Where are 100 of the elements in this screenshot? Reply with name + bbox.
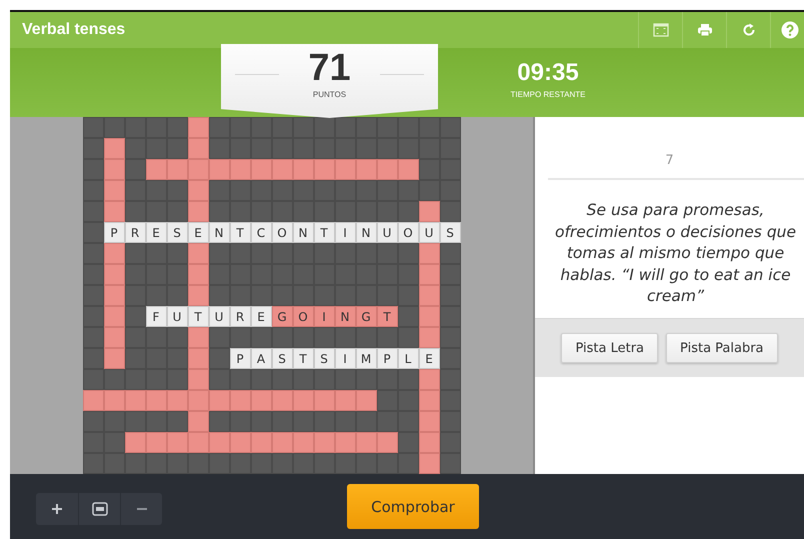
letter-cell[interactable]: M bbox=[356, 348, 376, 369]
hint-button[interactable]: Pista Palabra bbox=[666, 333, 778, 363]
letter-cell[interactable]: T bbox=[230, 222, 250, 243]
answer-cell[interactable] bbox=[314, 432, 334, 453]
answer-cell[interactable] bbox=[104, 327, 124, 348]
letter-cell[interactable]: T bbox=[188, 306, 208, 327]
letter-cell[interactable]: U bbox=[166, 306, 188, 327]
letter-cell[interactable]: F bbox=[146, 306, 166, 327]
letter-cell[interactable]: N bbox=[334, 306, 356, 327]
answer-cell[interactable] bbox=[104, 138, 124, 159]
answer-cell[interactable] bbox=[188, 180, 208, 201]
answer-cell[interactable] bbox=[188, 327, 208, 348]
letter-cell[interactable]: S bbox=[440, 222, 460, 243]
answer-cell[interactable] bbox=[292, 432, 314, 453]
answer-cell[interactable] bbox=[188, 117, 208, 138]
answer-cell[interactable] bbox=[188, 348, 208, 369]
answer-cell[interactable] bbox=[356, 432, 376, 453]
letter-cell[interactable]: R bbox=[124, 222, 146, 243]
answer-cell[interactable] bbox=[272, 159, 292, 180]
letter-cell[interactable]: N bbox=[292, 222, 314, 243]
answer-cell[interactable] bbox=[188, 243, 208, 264]
letter-cell[interactable]: O bbox=[398, 222, 418, 243]
answer-cell[interactable] bbox=[356, 390, 376, 411]
answer-cell[interactable] bbox=[188, 159, 208, 180]
answer-cell[interactable] bbox=[188, 264, 208, 285]
answer-cell[interactable] bbox=[146, 390, 166, 411]
answer-cell[interactable] bbox=[188, 201, 208, 222]
answer-cell[interactable] bbox=[250, 159, 272, 180]
letter-cell[interactable]: C bbox=[250, 222, 272, 243]
letter-cell[interactable]: E bbox=[418, 348, 440, 369]
answer-cell[interactable] bbox=[250, 390, 272, 411]
answer-cell[interactable] bbox=[418, 201, 440, 222]
letter-cell[interactable]: P bbox=[376, 348, 398, 369]
letter-cell[interactable]: I bbox=[334, 222, 356, 243]
answer-cell[interactable] bbox=[124, 390, 146, 411]
answer-cell[interactable] bbox=[104, 243, 124, 264]
answer-cell[interactable] bbox=[334, 432, 356, 453]
answer-cell[interactable] bbox=[188, 285, 208, 306]
letter-cell[interactable]: S bbox=[272, 348, 292, 369]
answer-cell[interactable] bbox=[230, 390, 250, 411]
answer-cell[interactable] bbox=[146, 432, 166, 453]
letter-cell[interactable]: I bbox=[334, 348, 356, 369]
answer-cell[interactable] bbox=[104, 390, 124, 411]
answer-cell[interactable] bbox=[104, 264, 124, 285]
letter-cell[interactable]: U bbox=[208, 306, 230, 327]
answer-cell[interactable] bbox=[334, 159, 356, 180]
answer-cell[interactable] bbox=[292, 159, 314, 180]
answer-cell[interactable] bbox=[104, 180, 124, 201]
answer-cell[interactable] bbox=[418, 306, 440, 327]
letter-cell[interactable]: R bbox=[230, 306, 250, 327]
answer-cell[interactable] bbox=[376, 432, 398, 453]
answer-cell[interactable] bbox=[418, 432, 440, 453]
answer-cell[interactable] bbox=[208, 390, 230, 411]
answer-cell[interactable] bbox=[418, 411, 440, 432]
answer-cell[interactable] bbox=[104, 306, 124, 327]
answer-cell[interactable] bbox=[272, 390, 292, 411]
answer-cell[interactable] bbox=[104, 201, 124, 222]
answer-cell[interactable] bbox=[188, 411, 208, 432]
letter-cell[interactable]: L bbox=[398, 348, 418, 369]
answer-cell[interactable] bbox=[104, 348, 124, 369]
answer-cell[interactable] bbox=[188, 369, 208, 390]
answer-cell[interactable] bbox=[418, 327, 440, 348]
hint-button[interactable]: Pista Letra bbox=[561, 333, 658, 363]
answer-cell[interactable] bbox=[314, 159, 334, 180]
answer-cell[interactable] bbox=[292, 390, 314, 411]
answer-cell[interactable] bbox=[208, 159, 230, 180]
answer-cell[interactable] bbox=[418, 453, 440, 474]
letter-cell[interactable]: I bbox=[314, 306, 334, 327]
answer-cell[interactable] bbox=[188, 138, 208, 159]
answer-cell[interactable] bbox=[124, 432, 146, 453]
letter-cell[interactable]: T bbox=[314, 222, 334, 243]
answer-cell[interactable] bbox=[418, 390, 440, 411]
answer-cell[interactable] bbox=[418, 369, 440, 390]
check-button[interactable]: Comprobar bbox=[347, 484, 479, 529]
answer-cell[interactable] bbox=[208, 432, 230, 453]
answer-cell[interactable] bbox=[188, 432, 208, 453]
answer-cell[interactable] bbox=[230, 432, 250, 453]
answer-cell[interactable] bbox=[166, 390, 188, 411]
answer-cell[interactable] bbox=[356, 159, 376, 180]
letter-cell[interactable]: G bbox=[356, 306, 376, 327]
letter-cell[interactable]: A bbox=[250, 348, 272, 369]
answer-cell[interactable] bbox=[104, 285, 124, 306]
answer-cell[interactable] bbox=[418, 285, 440, 306]
letter-cell[interactable]: T bbox=[376, 306, 398, 327]
answer-cell[interactable] bbox=[146, 159, 166, 180]
letter-cell[interactable]: P bbox=[230, 348, 250, 369]
letter-cell[interactable]: N bbox=[356, 222, 376, 243]
letter-cell[interactable]: T bbox=[292, 348, 314, 369]
letter-cell[interactable]: P bbox=[104, 222, 124, 243]
answer-cell[interactable] bbox=[104, 159, 124, 180]
answer-cell[interactable] bbox=[166, 159, 188, 180]
letter-cell[interactable]: U bbox=[418, 222, 440, 243]
letter-cell[interactable]: E bbox=[146, 222, 166, 243]
answer-cell[interactable] bbox=[82, 390, 104, 411]
answer-cell[interactable] bbox=[334, 390, 356, 411]
answer-cell[interactable] bbox=[250, 432, 272, 453]
answer-cell[interactable] bbox=[272, 432, 292, 453]
letter-cell[interactable]: O bbox=[272, 222, 292, 243]
answer-cell[interactable] bbox=[166, 432, 188, 453]
answer-cell[interactable] bbox=[376, 159, 398, 180]
